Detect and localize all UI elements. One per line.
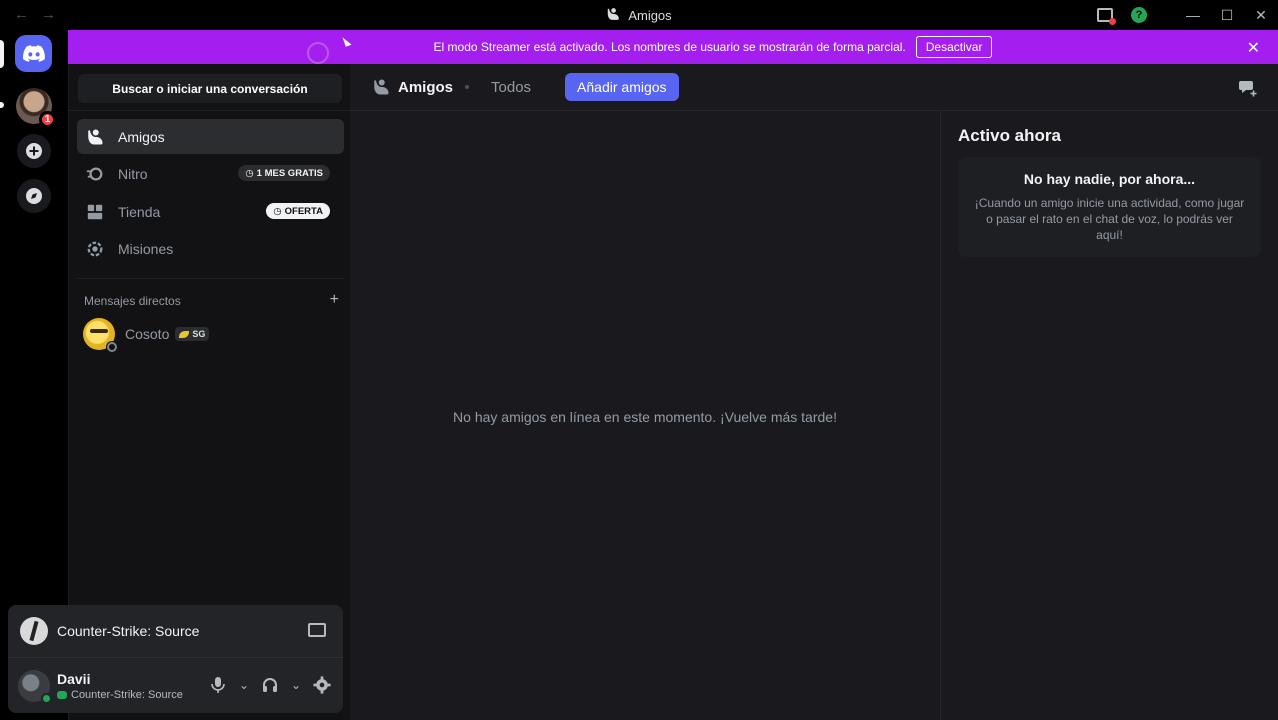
click-indicator xyxy=(307,42,329,64)
friends-icon xyxy=(85,127,105,147)
clock-icon: ◷ xyxy=(273,205,282,217)
active-now-title: Activo ahora xyxy=(958,126,1061,145)
new-group-dm-icon[interactable] xyxy=(1238,78,1258,98)
badge-text: 1 MES GRATIS xyxy=(256,167,323,179)
minimize-icon[interactable]: — xyxy=(1176,0,1210,30)
guild-tag: SG xyxy=(175,327,210,341)
unread-pill xyxy=(0,102,4,108)
shop-icon xyxy=(85,202,105,222)
disable-streamer-button[interactable]: Desactivar xyxy=(915,36,993,58)
window-title-text: Amigos xyxy=(628,8,672,23)
window-controls: ? — ☐ ✕ xyxy=(1088,0,1278,30)
add-server-icon xyxy=(26,143,42,159)
divider xyxy=(77,278,344,279)
activity-game-name: Counter-Strike: Source xyxy=(57,623,200,639)
voice-controls: ⌄ ⌄ xyxy=(207,674,333,696)
home-selected-pill xyxy=(0,40,4,68)
friends-icon xyxy=(606,7,620,24)
active-now-empty-title: No hay nadie, por ahora... xyxy=(1023,171,1196,187)
stream-icon[interactable] xyxy=(308,623,326,637)
shop-offer-badge: ◷ OFERTA xyxy=(266,203,330,219)
sidebar-item-friends[interactable]: Amigos xyxy=(77,119,344,154)
close-icon[interactable]: ✕ xyxy=(1244,0,1278,30)
sidebar-item-label: Nitro xyxy=(118,165,148,182)
inbox-button[interactable] xyxy=(1088,0,1122,30)
game-icon xyxy=(20,617,48,645)
empty-state-message: No hay amigos en línea en este momento. … xyxy=(453,409,837,425)
headphones-icon[interactable] xyxy=(259,674,281,696)
friends-header: Amigos Todos Añadir amigos xyxy=(350,64,1278,111)
sidebar-item-quests[interactable]: Misiones xyxy=(77,231,344,266)
chevron-down-icon[interactable]: ⌄ xyxy=(285,674,307,696)
tab-all[interactable]: Todos xyxy=(481,75,541,100)
quests-icon xyxy=(85,239,105,259)
explore-button[interactable] xyxy=(17,179,51,213)
help-button[interactable]: ? xyxy=(1122,0,1156,30)
sidebar-item-label: Amigos xyxy=(118,128,165,145)
user-status: Counter-Strike: Source xyxy=(57,689,183,701)
sidebar-item-label: Misiones xyxy=(118,240,174,257)
explore-icon xyxy=(26,188,42,204)
user-status-text: Counter-Strike: Source xyxy=(71,688,183,701)
dm-section-header: Mensajes directos + xyxy=(84,291,339,309)
dm-list-item[interactable]: Cosoto SG xyxy=(77,316,344,353)
title-bar: ← → Amigos ? — ☐ ✕ xyxy=(0,0,1278,30)
nitro-icon xyxy=(85,164,105,184)
chevron-down-icon[interactable]: ⌄ xyxy=(233,674,255,696)
add-server-button[interactable] xyxy=(17,134,51,168)
dm-name: Cosoto xyxy=(125,326,170,342)
page-title-text: Amigos xyxy=(398,78,454,96)
close-icon[interactable]: ✕ xyxy=(1247,38,1260,58)
sidebar-item-label: Tienda xyxy=(118,203,161,220)
divider xyxy=(69,110,351,111)
active-now-panel: Activo ahora No hay nadie, por ahora... … xyxy=(940,111,1278,720)
gamepad-icon xyxy=(57,690,67,699)
home-button[interactable] xyxy=(15,35,52,72)
leaf-icon xyxy=(179,330,190,338)
clock-icon: ◷ xyxy=(245,167,254,179)
sidebar-item-shop[interactable]: Tienda ◷ OFERTA xyxy=(77,194,344,229)
nitro-promo-badge: ◷ 1 MES GRATIS xyxy=(238,165,330,181)
user-info[interactable]: Davii Counter-Strike: Source xyxy=(57,671,183,701)
maximize-icon[interactable]: ☐ xyxy=(1210,0,1244,30)
banner-message: El modo Streamer está activado. Los nomb… xyxy=(433,40,906,54)
mention-badge: 1 xyxy=(39,111,56,128)
active-now-empty-card: No hay nadie, por ahora... ¡Cuando un am… xyxy=(958,157,1261,257)
active-now-empty-text: ¡Cuando un amigo inicie una actividad, c… xyxy=(974,196,1245,242)
help-icon: ? xyxy=(1131,7,1147,23)
add-friends-button[interactable]: Añadir amigos xyxy=(565,73,679,101)
avatar[interactable] xyxy=(18,669,52,704)
guild-tag-text: SG xyxy=(192,329,206,339)
avatar xyxy=(83,318,118,353)
status-indicator xyxy=(106,341,118,353)
plus-icon[interactable]: + xyxy=(330,291,339,309)
dm-header-label: Mensajes directos xyxy=(84,294,181,308)
online-status-indicator xyxy=(41,692,52,704)
streamer-mode-banner: El modo Streamer está activado. Los nomb… xyxy=(68,30,1278,64)
friends-icon xyxy=(374,79,389,95)
divider xyxy=(465,85,470,89)
username: Davii xyxy=(57,670,91,687)
badge-text: OFERTA xyxy=(284,205,323,217)
window-title: Amigos xyxy=(0,7,1278,24)
sidebar-item-nitro[interactable]: Nitro ◷ 1 MES GRATIS xyxy=(77,156,344,191)
discord-logo-icon xyxy=(22,45,45,62)
guild-icon[interactable]: 1 xyxy=(16,88,56,128)
activity-panel[interactable]: Counter-Strike: Source xyxy=(8,605,343,657)
gear-icon[interactable] xyxy=(311,674,333,696)
page-title: Amigos xyxy=(372,78,453,96)
search-button[interactable]: Buscar o iniciar una conversación xyxy=(78,74,342,103)
microphone-icon[interactable] xyxy=(207,674,229,696)
main-content: Amigos Todos Añadir amigos No hay amigos… xyxy=(350,64,1278,720)
inbox-icon xyxy=(1097,8,1116,25)
user-panel: Davii Counter-Strike: Source ⌄ ⌄ xyxy=(8,657,343,713)
